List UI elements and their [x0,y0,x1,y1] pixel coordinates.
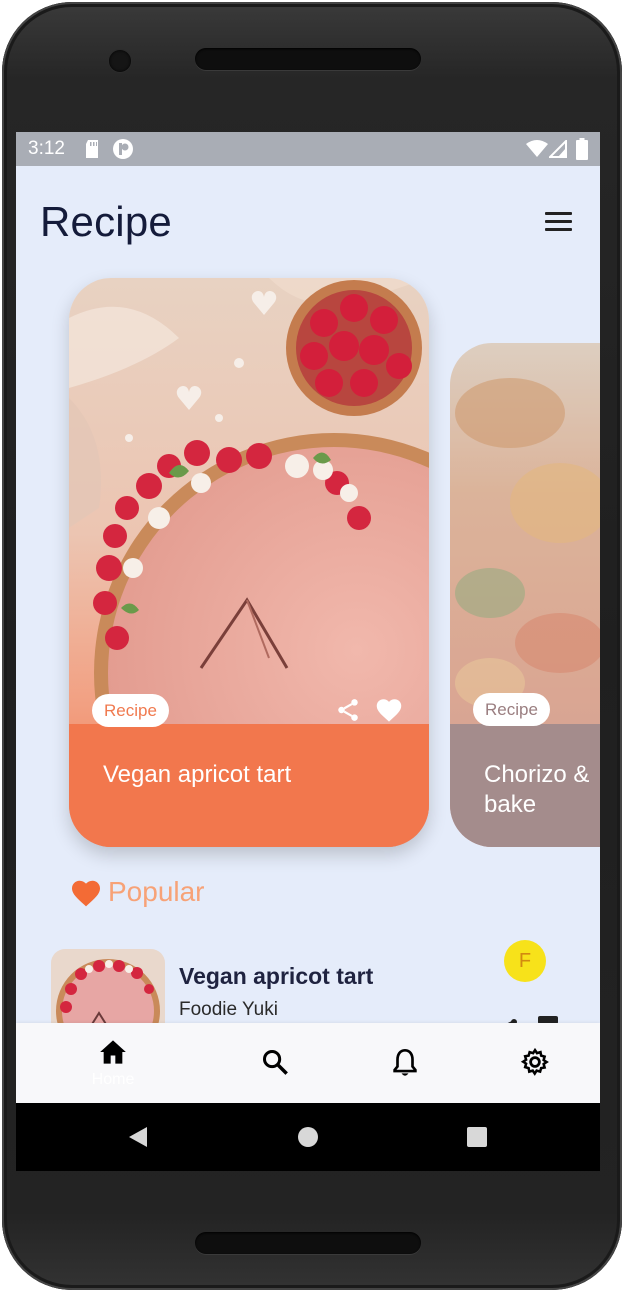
item-author: Foodie Yuki [179,999,278,1020]
bottom-speaker [195,1232,421,1254]
nav-settings[interactable] [484,1023,584,1103]
nav-notifications[interactable] [355,1023,455,1103]
item-title: Vegan apricot tart [179,963,374,989]
card-title: Chorizo & bake [484,761,590,818]
recipe-card-vegan-apricot-tart[interactable]: Recipe Vegan apricot tart [69,278,429,847]
heart-icon [70,878,102,913]
home-circle-icon[interactable] [297,1126,319,1153]
settings-icon [520,1047,550,1082]
nav-search[interactable] [224,1023,324,1103]
recipe-carousel[interactable]: Recipe Vegan apricot tart Recipe Chorizo… [16,272,600,852]
avatar[interactable]: F [504,940,546,982]
recipe-badge: Recipe [473,693,550,726]
share-icon[interactable] [335,697,361,728]
battery-icon [576,138,588,165]
section-label: Popular [108,876,205,907]
app-screen: 3:12 Recipe Recipe Vegan apricot tart Re… [16,132,600,1171]
wifi-icon [526,140,548,163]
bell-icon [392,1048,418,1083]
search-icon [261,1048,289,1081]
app-notification-icon [112,138,134,165]
recipe-badge: Recipe [92,694,169,727]
home-icon [99,1039,127,1070]
earpiece-speaker [195,48,421,70]
page-title: Recipe [40,198,172,245]
nav-home[interactable]: Home [63,1023,163,1103]
front-camera [109,50,131,72]
status-bar: 3:12 [16,132,600,166]
nav-label: Home [91,1071,135,1088]
bottom-navigation: Home [16,1023,600,1103]
list-item[interactable]: Vegan apricot tart Foodie Yuki [51,949,571,1039]
favorite-heart-icon[interactable] [375,697,403,728]
recents-icon[interactable] [466,1126,488,1153]
status-time: 3:12 [28,138,65,159]
cell-signal-icon [547,138,567,163]
card-title: Vegan apricot tart [103,761,292,788]
menu-button[interactable] [542,208,576,236]
system-navigation-bar [16,1103,600,1171]
phone-device: 3:12 Recipe Recipe Vegan apricot tart Re… [0,0,626,1294]
sd-card-icon [84,139,100,164]
hamburger-menu-icon [545,212,572,215]
back-icon[interactable] [127,1126,149,1153]
recipe-card-chorizo-bake[interactable]: Recipe Chorizo & bake [450,343,600,847]
